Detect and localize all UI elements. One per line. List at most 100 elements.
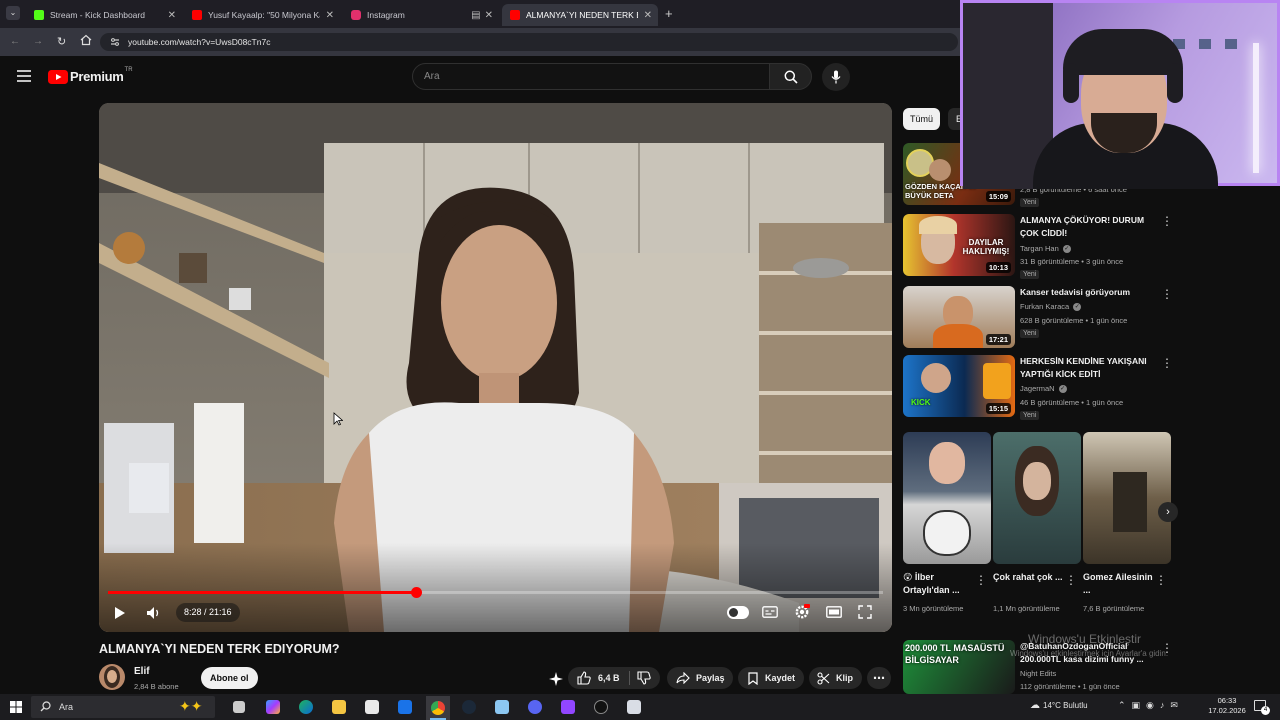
autoplay-toggle[interactable] <box>727 606 749 619</box>
rec-title[interactable]: HERKESİN KENDİNE YAKIŞANI YAPTIĞI KİCK E… <box>1020 355 1160 381</box>
task-view-icon[interactable] <box>233 701 245 713</box>
subscribe-button[interactable]: Abone ol <box>201 667 258 689</box>
channel-avatar[interactable] <box>99 664 125 690</box>
verified-icon: ✓ <box>1073 302 1082 311</box>
more-vert-icon[interactable]: ⋮ <box>1161 287 1173 301</box>
search-button[interactable] <box>769 63 812 90</box>
video-duration: 15:09 <box>985 191 1011 202</box>
url-text[interactable]: youtube.com/watch?v=UwsD08cTn7c <box>128 37 270 47</box>
theater-icon <box>826 606 842 618</box>
short-title[interactable]: Çok rahat çok ... <box>993 571 1069 584</box>
steam-icon[interactable] <box>462 700 476 714</box>
tab-instagram[interactable]: Instagram ▤ ✕ <box>343 4 499 26</box>
like-icon[interactable] <box>577 671 591 685</box>
video-player[interactable] <box>99 103 892 632</box>
app-window-icon[interactable] <box>627 700 641 714</box>
rec-channel[interactable]: Targan Han <box>1020 244 1059 253</box>
tab-list-button[interactable]: ⌄ <box>6 6 20 20</box>
weather-icon: ☁ <box>1030 700 1040 711</box>
rec-channel[interactable]: Furkan Karaca <box>1020 302 1069 311</box>
thumb-text: DAYILAR HAKLIYMIŞ! <box>962 238 1010 256</box>
windows-start-icon[interactable] <box>10 701 22 713</box>
webcam-earcup-right <box>1167 63 1183 103</box>
discord-icon[interactable] <box>528 700 542 714</box>
tray-icons[interactable]: ⌃▣◉♪✉ <box>1118 700 1184 711</box>
subtitles-button[interactable] <box>762 606 778 618</box>
file-explorer-icon[interactable] <box>332 700 346 714</box>
close-icon[interactable]: ✕ <box>485 10 493 21</box>
edge-icon[interactable] <box>299 700 313 714</box>
settings-button[interactable] <box>794 604 810 620</box>
settings-icon[interactable] <box>495 700 509 714</box>
time-display: 8:28 / 21:16 <box>176 603 240 622</box>
channel-name[interactable]: Elif <box>134 666 150 677</box>
youtube-premium-logo[interactable]: Premium TR <box>48 67 133 84</box>
weather-text[interactable]: 14°C Bulutlu <box>1043 701 1088 710</box>
theater-mode-button[interactable] <box>826 606 842 618</box>
save-button[interactable]: Kaydet <box>738 667 804 689</box>
video-duration: 10:13 <box>985 262 1011 273</box>
more-vert-icon[interactable]: ⋮ <box>1065 573 1077 587</box>
more-vert-icon[interactable]: ⋮ <box>1155 573 1167 587</box>
webcam-wall-panel <box>1199 39 1211 49</box>
voice-search-button[interactable] <box>822 63 850 91</box>
more-vert-icon[interactable]: ⋮ <box>975 573 987 587</box>
rec-title[interactable]: ALMANYA ÇÖKÜYOR! DURUM ÇOK CİDDİ! <box>1020 214 1160 240</box>
short-thumbnail[interactable] <box>993 432 1081 564</box>
chip-all[interactable]: Tümü <box>903 108 941 130</box>
mail-icon[interactable] <box>398 700 412 714</box>
shelf-next-button[interactable]: › <box>1158 502 1178 522</box>
progress-scrubber[interactable] <box>410 587 422 598</box>
menu-icon[interactable] <box>17 70 31 82</box>
short-title[interactable]: Gomez Ailesinin ... <box>1083 571 1159 597</box>
chrome-taskbar-active[interactable] <box>426 696 450 720</box>
search-input[interactable] <box>412 63 770 90</box>
mute-button[interactable] <box>146 606 162 620</box>
more-vert-icon[interactable]: ⋮ <box>1161 214 1173 228</box>
copilot-icon[interactable] <box>266 700 280 714</box>
rec-title[interactable]: Kanser tedavisi görüyorum <box>1020 286 1160 299</box>
rec-channel[interactable]: Night Edits <box>1020 669 1056 678</box>
tab-active-video[interactable]: ALMANYA`YI NEDEN TERK EDIY ✕ <box>502 4 658 26</box>
sparkle-icon[interactable] <box>548 671 564 687</box>
tab-youtube-yusuf[interactable]: Yusuf Kayaalp: "50 Milyona Kan ✕ <box>184 4 340 26</box>
taskbar-search-box[interactable]: Ara ✦✦ <box>31 696 215 718</box>
more-vert-icon[interactable]: ⋮ <box>1161 356 1173 370</box>
forward-icon[interactable]: → <box>33 36 43 47</box>
close-icon[interactable]: ✕ <box>644 10 652 21</box>
site-info-icon[interactable] <box>110 37 120 47</box>
more-actions-button[interactable]: ⋯ <box>867 667 891 689</box>
new-tab-button[interactable]: + <box>665 6 673 21</box>
rec-thumbnail[interactable]: KICK 15:15 <box>903 355 1015 417</box>
rec-thumbnail[interactable]: 17:21 <box>903 286 1015 348</box>
taskbar-clock[interactable]: 06:33 17.02.2026 <box>1204 696 1250 716</box>
play-button[interactable] <box>114 606 126 620</box>
short-thumbnail[interactable] <box>1083 432 1171 564</box>
rec-thumbnail[interactable]: 200.000 TL MASAÜSTÜ BİLGİSAYAR <box>903 640 1015 694</box>
notification-icon[interactable]: 4 <box>1254 700 1270 715</box>
close-icon[interactable]: ✕ <box>168 10 176 21</box>
short-title[interactable]: 😲 İlber Ortaylı'dan ... <box>903 571 979 597</box>
rec-channel[interactable]: JagermaN <box>1020 384 1055 393</box>
share-button[interactable]: Paylaş <box>667 667 733 689</box>
tab-title: Instagram <box>367 10 405 20</box>
back-icon[interactable]: ← <box>10 36 20 47</box>
store-icon[interactable] <box>365 700 379 714</box>
progress-bar[interactable] <box>108 587 883 598</box>
like-count[interactable]: 6,4 B <box>598 673 620 683</box>
clip-button[interactable]: Klip <box>809 667 862 689</box>
fullscreen-button[interactable] <box>858 605 872 619</box>
short-thumbnail[interactable] <box>903 432 991 564</box>
tab-kick-dashboard[interactable]: Stream - Kick Dashboard ✕ <box>26 4 182 26</box>
rec-thumbnail[interactable]: DAYILAR HAKLIYMIŞ! 10:13 <box>903 214 1015 276</box>
app-icon[interactable] <box>594 700 608 714</box>
new-badge: Yeni <box>1020 270 1040 279</box>
obs-icon[interactable] <box>561 700 575 714</box>
dislike-icon[interactable] <box>637 671 651 685</box>
home-icon[interactable] <box>80 34 92 46</box>
video-title: ALMANYA`YI NEDEN TERK EDIYORUM? <box>99 642 340 656</box>
reload-icon[interactable]: ↻ <box>57 35 66 48</box>
tab-title: ALMANYA`YI NEDEN TERK EDIY <box>526 10 638 20</box>
close-icon[interactable]: ✕ <box>326 10 334 21</box>
webcam-wall-panel <box>1225 39 1237 49</box>
